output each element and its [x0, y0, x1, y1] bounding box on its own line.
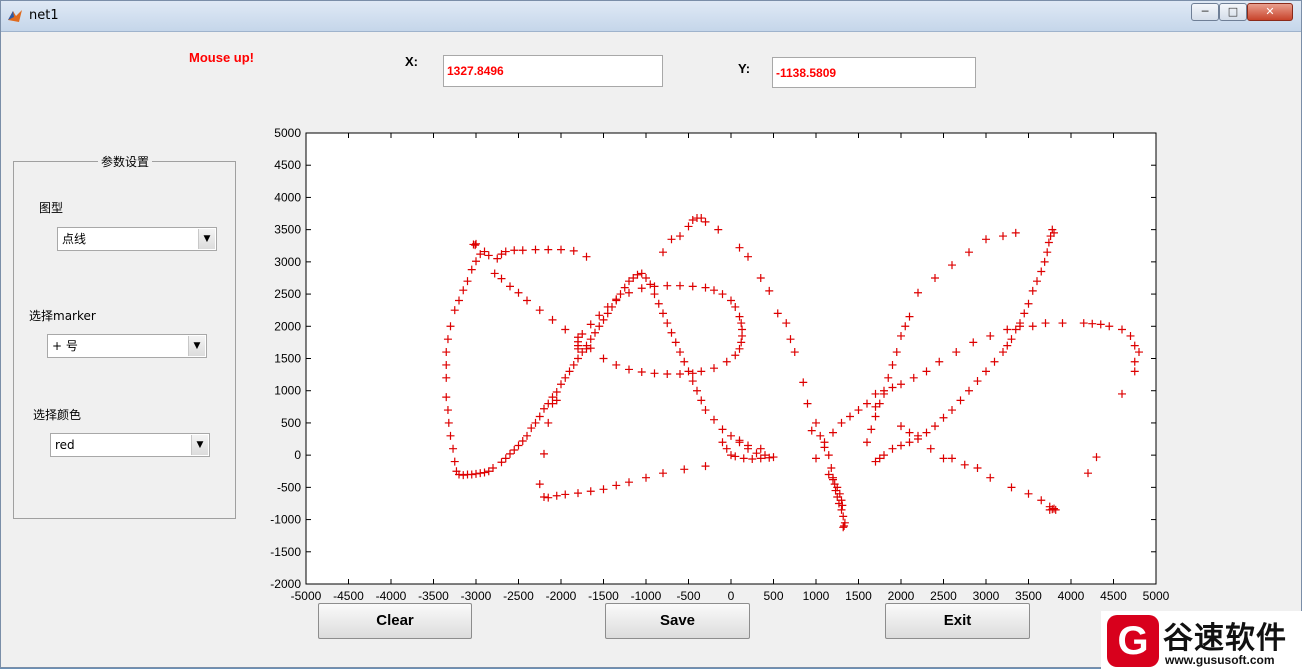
- y-tick-label: 2500: [274, 287, 301, 301]
- plot-area[interactable]: [305, 132, 1157, 585]
- x-tick-label: -4000: [376, 589, 407, 601]
- clear-button[interactable]: Clear: [318, 603, 472, 639]
- x-tick-label: 2500: [930, 589, 957, 601]
- y-tick-label: -1500: [270, 545, 301, 559]
- y-tick-label: -2000: [270, 577, 301, 591]
- y-tick-label: 1500: [274, 352, 301, 366]
- x-tick-label: -2000: [546, 589, 577, 601]
- y-tick-label: 4000: [274, 190, 301, 204]
- y-tick-label: 4500: [274, 158, 301, 172]
- x-tick-label: -4500: [333, 589, 364, 601]
- x-tick-label: -1500: [588, 589, 619, 601]
- x-tick-label: -3500: [418, 589, 449, 601]
- x-tick-label: 0: [728, 589, 735, 601]
- x-tick-label: -500: [676, 589, 700, 601]
- y-tick-label: -1000: [270, 513, 301, 527]
- y-tick-label: 3000: [274, 255, 301, 269]
- x-tick-label: -3000: [461, 589, 492, 601]
- app-window: net1 ─ □ ✕ Mouse up! X: 1327.8496 Y: -11…: [0, 0, 1302, 669]
- x-tick-label: 500: [763, 589, 783, 601]
- x-tick-label: 3000: [973, 589, 1000, 601]
- x-tick-label: 2000: [888, 589, 915, 601]
- save-button[interactable]: Save: [605, 603, 750, 639]
- exit-button[interactable]: Exit: [885, 603, 1030, 639]
- y-tick-label: 3500: [274, 223, 301, 237]
- x-tick-label: 4500: [1100, 589, 1127, 601]
- y-tick-label: 500: [281, 416, 301, 430]
- watermark-logo: G: [1107, 615, 1159, 667]
- y-tick-label: 1000: [274, 384, 301, 398]
- y-tick-label: 5000: [274, 126, 301, 140]
- x-tick-label: 1500: [845, 589, 872, 601]
- x-tick-label: 3500: [1015, 589, 1042, 601]
- scatter-plot[interactable]: -500 0 -4500 -4000 -3500 -3000 -2500 -2000 -1500…: [1, 1, 1301, 601]
- watermark: G 谷速软件 www.gususoft.com: [1101, 611, 1302, 669]
- x-tick-label: 1000: [803, 589, 830, 601]
- x-tick-label: 5000: [1143, 589, 1170, 601]
- y-tick-label: 2000: [274, 319, 301, 333]
- x-tick-label: -2500: [503, 589, 534, 601]
- x-tick-label: -1000: [631, 589, 662, 601]
- x-tick-label: 4000: [1058, 589, 1085, 601]
- watermark-name: 谷速软件: [1163, 621, 1287, 656]
- y-tick-label: 0: [294, 448, 301, 462]
- watermark-url: www.gususoft.com: [1165, 653, 1275, 667]
- y-tick-label: -500: [277, 480, 301, 494]
